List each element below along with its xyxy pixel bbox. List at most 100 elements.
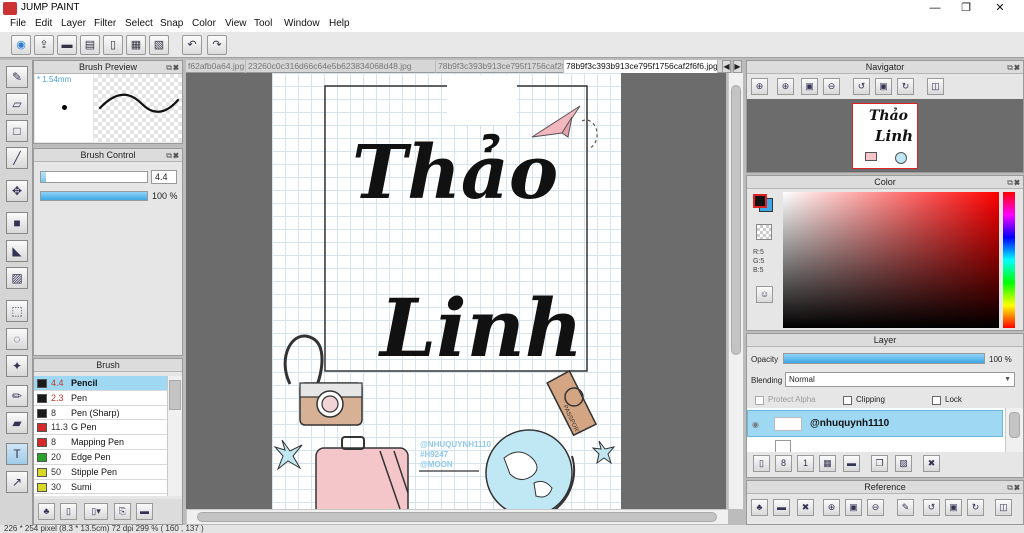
fit-window-icon[interactable]: ▣ <box>801 78 818 95</box>
rotate-left-icon[interactable]: ↺ <box>853 78 870 95</box>
panel-float-close-icon[interactable]: ⧉✖ <box>1007 177 1021 189</box>
merge-layer-icon[interactable]: ▨ <box>895 455 912 472</box>
new-1bit-layer-icon[interactable]: 1 <box>797 455 814 472</box>
tab-scroll-right-icon[interactable]: ▶ <box>733 60 742 73</box>
canvas-vertical-scrollbar[interactable] <box>728 73 743 509</box>
scrollbar-thumb[interactable] <box>731 85 741 355</box>
speech-bubble-icon[interactable]: ▬ <box>57 35 77 55</box>
panel-float-close-icon[interactable]: ⧉✖ <box>166 150 180 162</box>
menu-file[interactable]: File <box>10 18 26 29</box>
menu-color[interactable]: Color <box>192 18 216 29</box>
new-8bit-layer-icon[interactable]: 8 <box>775 455 792 472</box>
zoom-in-icon[interactable]: ⊕ <box>777 78 794 95</box>
brush-item[interactable]: 8 Mapping Pen <box>34 435 167 450</box>
layout-icon[interactable]: ▧ <box>149 35 169 55</box>
canvas-paper[interactable]: Thảo Linh PASSPORT @NHUQUYNH1110 #H9247 … <box>272 73 621 509</box>
brush-tool-icon[interactable]: ✎ <box>6 66 28 88</box>
brush-item[interactable]: 15 Watercolor <box>34 494 167 496</box>
line-tool-icon[interactable]: ╱ <box>6 147 28 169</box>
brush-item[interactable]: 4.4 Pencil <box>34 376 167 391</box>
reference-settings-icon[interactable]: ♣ <box>751 499 768 516</box>
grid-icon[interactable]: ▦ <box>126 35 146 55</box>
layer-list-scrollbar[interactable] <box>1005 408 1023 452</box>
new-brush-icon[interactable]: ▯ <box>60 503 77 520</box>
panel-float-close-icon[interactable]: ⧉✖ <box>1007 62 1021 74</box>
move-tool-icon[interactable]: ✥ <box>6 180 28 202</box>
zoom-fit-icon[interactable]: ⊕ <box>751 78 768 95</box>
panel-float-close-icon[interactable]: ⧉✖ <box>1007 482 1021 494</box>
layer-row[interactable]: ◉ @nhuquynh1110 <box>747 410 1003 437</box>
reference-rotate-reset-icon[interactable]: ▣ <box>945 499 962 516</box>
hue-slider[interactable] <box>1003 192 1015 328</box>
brush-opacity-slider[interactable] <box>40 191 148 201</box>
color-saturation-picker[interactable] <box>783 192 999 328</box>
maximize-button[interactable]: ❐ <box>950 0 982 17</box>
fill-rect-tool-icon[interactable]: ■ <box>6 212 28 234</box>
delete-layer-icon[interactable]: ✖ <box>923 455 940 472</box>
brush-size-input[interactable]: 4.4 <box>151 170 177 184</box>
tab-doc-2[interactable]: 23260c0c316d66c64e5b623834068d48.jpg <box>246 60 436 73</box>
layer-opacity-slider[interactable] <box>783 353 985 364</box>
menu-help[interactable]: Help <box>329 18 350 29</box>
brush-item[interactable]: 30 Sumi <box>34 479 167 495</box>
reference-rotate-right-icon[interactable]: ↻ <box>967 499 984 516</box>
eraser-tool-icon[interactable]: ▱ <box>6 93 28 115</box>
menu-view[interactable]: View <box>225 18 247 29</box>
brush-list-scrollbar[interactable] <box>167 376 182 496</box>
bucket-tool-icon[interactable]: ◣ <box>6 240 28 262</box>
gradient-tool-icon[interactable]: ▨ <box>6 267 28 289</box>
rotate-right-icon[interactable]: ↻ <box>897 78 914 95</box>
brush-settings-icon[interactable]: ♣ <box>38 503 55 520</box>
brush-item[interactable]: 20 Edge Pen <box>34 449 167 465</box>
new-layer-icon[interactable]: ▯ <box>753 455 770 472</box>
tab-doc-3[interactable]: 78b9f3c393b913ce795f1756caf2f6f6.jpg <box>436 60 564 73</box>
reference-eyedropper-icon[interactable]: ✎ <box>897 499 914 516</box>
palette-icon[interactable]: ☺ <box>756 286 773 303</box>
lasso-tool-icon[interactable]: ◌ <box>6 328 28 350</box>
page-icon[interactable]: ▯ <box>103 35 123 55</box>
menu-edit[interactable]: Edit <box>35 18 52 29</box>
menu-tool[interactable]: Tool <box>254 18 272 29</box>
navigator-view[interactable]: Thảo Linh <box>747 99 1023 172</box>
canvas-horizontal-scrollbar[interactable] <box>186 509 728 524</box>
scrollbar-thumb[interactable] <box>169 380 181 410</box>
brush-item[interactable]: 8 Pen (Sharp) <box>34 405 167 421</box>
brush-item[interactable]: 50 Stipple Pen <box>34 464 167 480</box>
new-folder-icon[interactable]: ▬ <box>843 455 860 472</box>
reference-fit-icon[interactable]: ▣ <box>845 499 862 516</box>
tab-scroll-left-icon[interactable]: ◀ <box>722 60 731 73</box>
eyedropper-tool-icon[interactable]: ↗ <box>6 471 28 493</box>
reference-zoom-in-icon[interactable]: ⊕ <box>823 499 840 516</box>
transparent-color-swatch[interactable] <box>756 224 772 240</box>
minimize-button[interactable]: — <box>919 0 951 17</box>
reference-flip-icon[interactable]: ◫ <box>995 499 1012 516</box>
tab-doc-1[interactable]: f62afb0a64.jpg <box>186 60 246 73</box>
open-icon[interactable]: ⇪ <box>34 35 54 55</box>
rectangle-tool-icon[interactable]: □ <box>6 120 28 142</box>
brush-item[interactable]: 11.3 G Pen <box>34 420 167 436</box>
lock-checkbox[interactable] <box>932 396 941 405</box>
clipping-checkbox[interactable] <box>843 396 852 405</box>
tab-doc-active[interactable]: 78b9f3c393b913ce795f1756caf2f6f6.jpg <box>564 60 718 73</box>
magic-wand-tool-icon[interactable]: ✦ <box>6 355 28 377</box>
flip-icon[interactable]: ◫ <box>927 78 944 95</box>
undo-icon[interactable]: ↶ <box>182 35 202 55</box>
menu-layer[interactable]: Layer <box>61 18 86 29</box>
new-halftone-layer-icon[interactable]: ▦ <box>819 455 836 472</box>
protect-alpha-checkbox[interactable] <box>755 396 764 405</box>
menu-window[interactable]: Window <box>284 18 320 29</box>
select-pen-tool-icon[interactable]: ✏ <box>6 385 28 407</box>
reference-close-icon[interactable]: ✖ <box>797 499 814 516</box>
brush-item[interactable]: 2.3 Pen <box>34 390 167 406</box>
menu-filter[interactable]: Filter <box>94 18 116 29</box>
menu-select[interactable]: Select <box>125 18 153 29</box>
panel-float-close-icon[interactable]: ⧉✖ <box>166 62 180 74</box>
eye-icon[interactable]: ◉ <box>752 420 759 429</box>
close-button[interactable]: ✕ <box>984 0 1016 17</box>
blending-select[interactable]: Normal ▼ <box>785 372 1015 387</box>
foreground-color-swatch[interactable] <box>753 194 767 208</box>
reference-open-icon[interactable]: ▬ <box>773 499 790 516</box>
text-tool-icon[interactable]: T <box>6 443 28 465</box>
brush-size-slider[interactable] <box>40 171 148 183</box>
brush-folder-icon[interactable]: ▬ <box>136 503 153 520</box>
